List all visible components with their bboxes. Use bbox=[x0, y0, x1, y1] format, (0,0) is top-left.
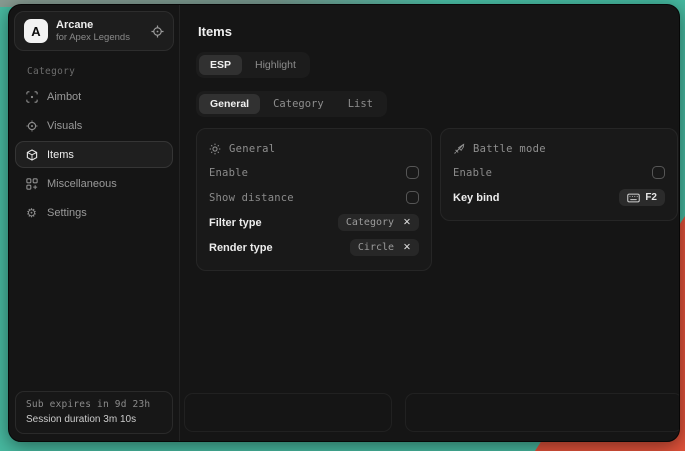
sidebar-item-label: Miscellaneous bbox=[47, 178, 117, 190]
sun-icon bbox=[209, 143, 221, 155]
sidebar-item-items[interactable]: Items bbox=[15, 141, 173, 168]
main-content: Items ESP Highlight General Category Lis… bbox=[180, 5, 680, 441]
battle-enable-checkbox[interactable] bbox=[652, 166, 665, 179]
render-type-row: Render type Circle ✕ bbox=[209, 235, 419, 260]
tab-category[interactable]: Category bbox=[262, 94, 335, 114]
battle-panel-header: Battle mode bbox=[453, 138, 665, 160]
sidebar-item-settings[interactable]: ⚙ Settings bbox=[15, 199, 173, 226]
radar-eye-icon bbox=[25, 120, 38, 132]
sidebar-item-label: Aimbot bbox=[47, 91, 81, 103]
sidebar-item-aimbot[interactable]: Aimbot bbox=[15, 83, 173, 110]
gear-icon: ⚙ bbox=[25, 207, 38, 219]
grid-plus-icon bbox=[25, 178, 38, 190]
app-title: Arcane bbox=[56, 19, 130, 31]
tab-general[interactable]: General bbox=[199, 94, 260, 114]
profile-text: Arcane for Apex Legends bbox=[56, 19, 130, 43]
show-distance-checkbox[interactable] bbox=[406, 191, 419, 204]
enable-checkbox[interactable] bbox=[406, 166, 419, 179]
sub-expires-text: Sub expires in 9d 23h bbox=[26, 399, 162, 410]
profile-card[interactable]: A Arcane for Apex Legends bbox=[14, 11, 174, 51]
sub-tab-group: General Category List bbox=[196, 91, 387, 117]
mode-tab-group: ESP Highlight bbox=[196, 52, 310, 78]
show-distance-label: Show distance bbox=[209, 192, 294, 204]
app-logo: A bbox=[24, 19, 48, 43]
render-type-label: Render type bbox=[209, 242, 273, 254]
general-panel-title: General bbox=[229, 143, 275, 155]
app-subtitle: for Apex Legends bbox=[56, 32, 130, 43]
subscription-footer-card: Sub expires in 9d 23h Session duration 3… bbox=[15, 391, 173, 434]
key-bind-label: Key bind bbox=[453, 192, 499, 204]
key-bind-value: F2 bbox=[645, 192, 657, 203]
battle-mode-panel: Battle mode Enable Key bind bbox=[440, 128, 678, 221]
session-duration-text: Session duration 3m 10s bbox=[26, 414, 162, 425]
filter-type-row: Filter type Category ✕ bbox=[209, 210, 419, 235]
sidebar-item-label: Settings bbox=[47, 207, 87, 219]
general-panel-header: General bbox=[209, 138, 419, 160]
key-bind-button[interactable]: F2 bbox=[619, 189, 665, 206]
desktop-background: A Arcane for Apex Legends Category bbox=[0, 0, 685, 451]
sword-icon bbox=[453, 143, 465, 155]
filter-type-value: Category bbox=[346, 217, 394, 228]
tab-list[interactable]: List bbox=[337, 94, 384, 114]
tab-highlight[interactable]: Highlight bbox=[244, 55, 307, 75]
arcane-app-window: A Arcane for Apex Legends Category bbox=[8, 4, 680, 442]
render-type-select[interactable]: Circle ✕ bbox=[350, 239, 419, 256]
package-box-icon bbox=[25, 149, 38, 161]
sidebar-item-visuals[interactable]: Visuals bbox=[15, 112, 173, 139]
render-type-value: Circle bbox=[358, 242, 394, 253]
crosshair-icon bbox=[25, 91, 38, 103]
keyboard-icon bbox=[627, 193, 640, 203]
bottom-empty-card bbox=[405, 393, 680, 432]
bottom-empty-card bbox=[184, 393, 392, 432]
key-bind-row: Key bind F2 bbox=[453, 185, 665, 210]
battle-enable-row: Enable bbox=[453, 160, 665, 185]
clear-filter-icon[interactable]: ✕ bbox=[403, 218, 411, 228]
show-distance-row: Show distance bbox=[209, 185, 419, 210]
sidebar-item-label: Items bbox=[47, 149, 74, 161]
sidebar: A Arcane for Apex Legends Category bbox=[9, 5, 180, 441]
tab-esp[interactable]: ESP bbox=[199, 55, 242, 75]
sidebar-item-label: Visuals bbox=[47, 120, 82, 132]
sidebar-nav: Aimbot Visuals bbox=[14, 83, 174, 226]
bottom-empty-cards bbox=[184, 393, 680, 432]
sidebar-section-label: Category bbox=[27, 66, 174, 77]
filter-type-label: Filter type bbox=[209, 217, 262, 229]
target-pin-icon[interactable] bbox=[151, 25, 164, 38]
general-panel: General Enable Show distance Filter type… bbox=[196, 128, 432, 271]
battle-enable-label: Enable bbox=[453, 167, 492, 179]
enable-label: Enable bbox=[209, 167, 248, 179]
filter-type-select[interactable]: Category ✕ bbox=[338, 214, 419, 231]
sidebar-item-miscellaneous[interactable]: Miscellaneous bbox=[15, 170, 173, 197]
panels-row: General Enable Show distance Filter type… bbox=[196, 128, 678, 271]
page-title: Items bbox=[198, 24, 232, 39]
battle-panel-title: Battle mode bbox=[473, 143, 546, 155]
enable-row: Enable bbox=[209, 160, 419, 185]
clear-render-icon[interactable]: ✕ bbox=[403, 243, 411, 253]
